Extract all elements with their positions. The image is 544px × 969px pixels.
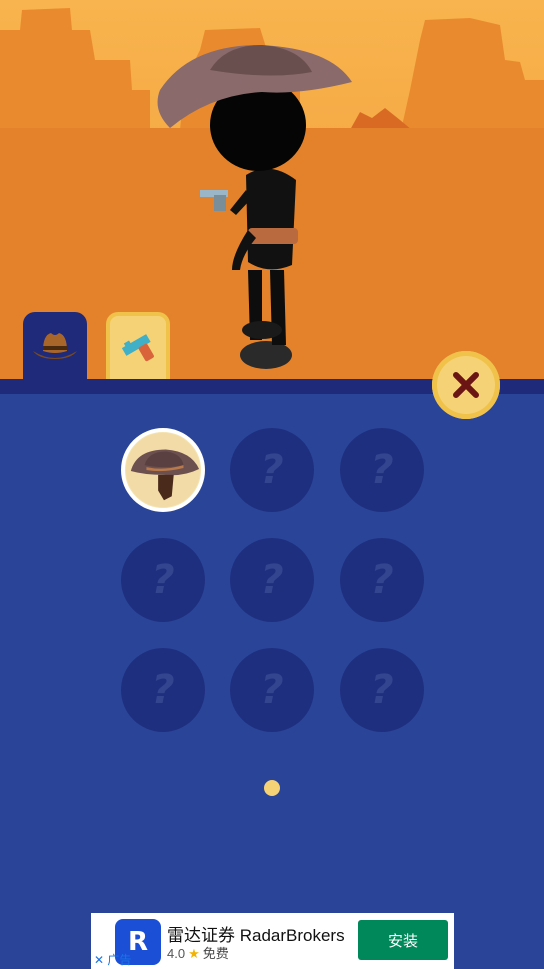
ad-banner[interactable]: R 雷达证券 RadarBrokers 4.0 ★ 免费 安装 ✕ 广告 xyxy=(91,913,454,969)
tab-guns[interactable] xyxy=(106,312,170,379)
install-button[interactable]: 安装 xyxy=(358,920,448,960)
item-slot-locked[interactable]: ? xyxy=(340,648,424,732)
locked-mark: ? xyxy=(260,667,284,713)
item-slot-locked[interactable]: ? xyxy=(340,538,424,622)
locked-mark: ? xyxy=(260,557,284,603)
star-icon: ★ xyxy=(188,946,200,961)
locked-mark: ? xyxy=(151,557,175,603)
close-button[interactable] xyxy=(432,351,500,419)
ad-rating: 4.0 xyxy=(167,946,186,961)
item-slot-locked[interactable]: ? xyxy=(230,538,314,622)
item-slot-locked[interactable]: ? xyxy=(340,428,424,512)
page-indicator-dot xyxy=(264,780,280,796)
item-slot-locked[interactable]: ? xyxy=(121,648,205,732)
ad-price: 免费 xyxy=(202,946,229,961)
wide-brim-hat-icon xyxy=(125,432,201,508)
locked-mark: ? xyxy=(370,447,394,493)
item-slot-locked[interactable]: ? xyxy=(230,648,314,732)
ad-close-button[interactable]: ✕ 广告 xyxy=(94,951,131,968)
revolver-icon xyxy=(121,333,154,361)
item-slot-locked[interactable]: ? xyxy=(230,428,314,512)
item-slot-locked[interactable]: ? xyxy=(121,538,205,622)
locked-mark: ? xyxy=(151,667,175,713)
locked-mark: ? xyxy=(260,447,284,493)
locked-mark: ? xyxy=(370,557,394,603)
ad-meta: 4.0 ★ 免费 xyxy=(167,943,229,962)
close-icon xyxy=(453,372,479,398)
item-slot-owned[interactable] xyxy=(121,428,205,512)
tab-hats[interactable] xyxy=(23,312,87,379)
locked-mark: ? xyxy=(370,667,394,713)
cowboy-hat-icon xyxy=(33,332,77,359)
